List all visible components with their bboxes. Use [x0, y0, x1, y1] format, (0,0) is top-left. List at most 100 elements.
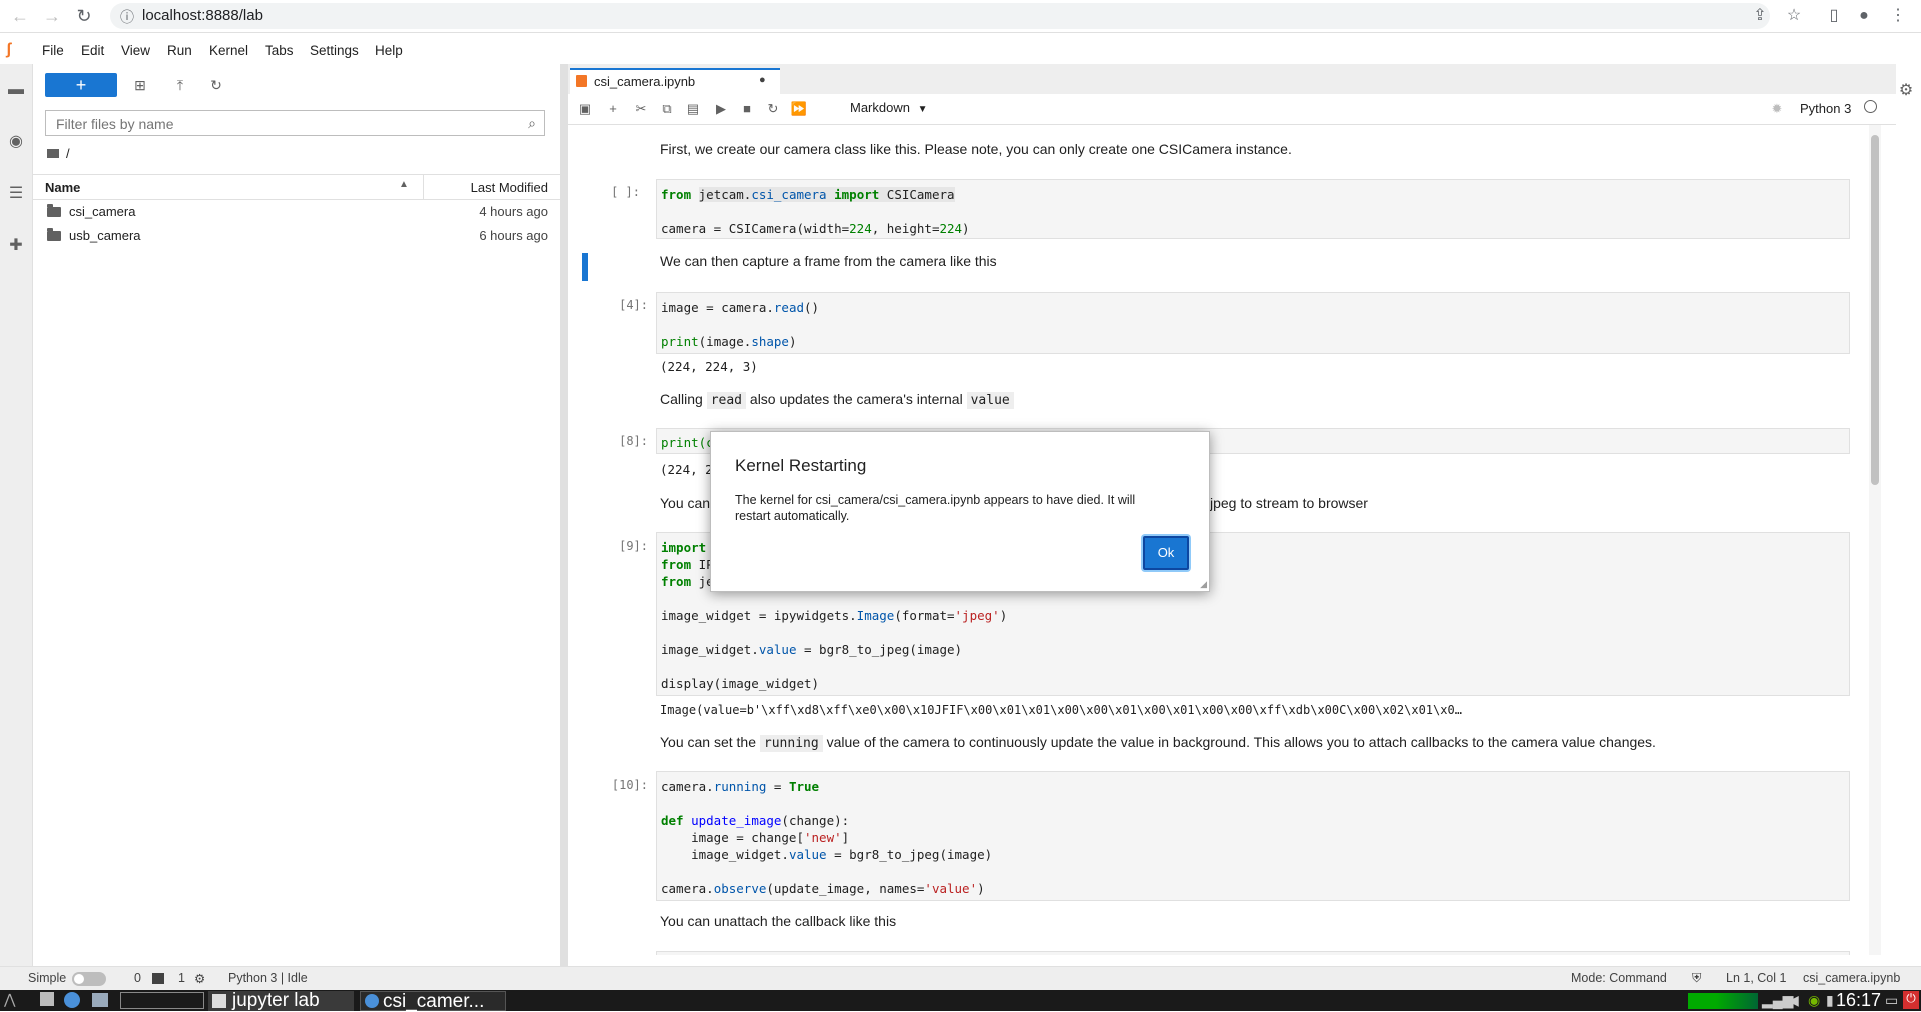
- kernel-name[interactable]: Python 3: [1800, 101, 1851, 116]
- terminal-count[interactable]: 0: [134, 971, 141, 985]
- tray-icon[interactable]: ▮: [1826, 992, 1834, 1009]
- unsaved-dot-icon[interactable]: ●: [759, 74, 766, 86]
- resize-handle-icon[interactable]: ◢: [1200, 579, 1207, 590]
- paste-icon[interactable]: ▤: [684, 100, 702, 118]
- shield-check-icon: ⛨: [1692, 971, 1702, 985]
- tab-csi-camera-notebook[interactable]: csi_camera.ipynb ●: [570, 68, 780, 94]
- md-text: value of the camera to continuously upda…: [826, 734, 1656, 750]
- folder-icon[interactable]: ▬: [6, 80, 26, 100]
- cell-type-select[interactable]: Markdown ▼: [850, 100, 928, 115]
- file-name: csi_camera: [69, 204, 136, 219]
- menu-view[interactable]: View: [121, 43, 150, 58]
- markdown-cell[interactable]: You can set the running value of the cam…: [660, 734, 1656, 752]
- file-modified: 4 hours ago: [479, 204, 548, 219]
- menu-edit[interactable]: Edit: [81, 43, 104, 58]
- md-text: You can set the: [660, 734, 757, 750]
- fast-forward-icon[interactable]: ⏩: [790, 100, 808, 118]
- kernel-status[interactable]: Python 3 | Idle: [228, 971, 308, 985]
- restart-icon[interactable]: ↻: [764, 100, 782, 118]
- terminal-app-icon: [212, 994, 226, 1008]
- markdown-cell[interactable]: You can: [660, 495, 710, 511]
- md-text: Calling: [660, 391, 703, 407]
- code-cell[interactable]: [656, 951, 1850, 955]
- folder-icon: [47, 204, 61, 217]
- scrollbar-thumb[interactable]: [1871, 135, 1879, 485]
- refresh-icon[interactable]: ↻: [205, 74, 227, 96]
- menu-file[interactable]: File: [42, 43, 64, 58]
- notebook-scrollbar[interactable]: [1869, 125, 1881, 955]
- simple-mode-toggle[interactable]: [72, 972, 106, 986]
- taskbar-jupyter-lab[interactable]: jupyter lab: [208, 991, 354, 1011]
- reload-icon[interactable]: ↻: [72, 4, 96, 28]
- user-icon[interactable]: ▭: [1885, 992, 1898, 1009]
- file-name: usb_camera: [69, 228, 141, 243]
- markdown-cell[interactable]: You can unattach the callback like this: [660, 913, 896, 929]
- kernel-restarting-dialog: Kernel Restarting The kernel for csi_cam…: [710, 431, 1210, 592]
- markdown-cell[interactable]: First, we create our camera class like t…: [660, 141, 1292, 157]
- cursor-position[interactable]: Ln 1, Col 1: [1726, 971, 1786, 985]
- panel-splitter[interactable]: [560, 64, 568, 974]
- kernel-count[interactable]: 1: [178, 971, 185, 985]
- markdown-cell[interactable]: Calling read also updates the camera's i…: [660, 391, 1014, 409]
- last-modified-column-header[interactable]: Last Modified: [471, 180, 548, 195]
- taskbar-browser[interactable]: csi_camer...: [360, 991, 506, 1012]
- menu-run[interactable]: Run: [167, 43, 192, 58]
- add-cell-icon[interactable]: +: [604, 100, 622, 118]
- kernel-gear-icon: ⚙: [194, 972, 206, 986]
- inline-code: running: [759, 735, 823, 752]
- code-cell[interactable]: from jetcam.csi_camera import CSICamera …: [656, 179, 1850, 239]
- md-text: also updates the camera's internal: [749, 391, 963, 407]
- tab-title: csi_camera.ipynb: [594, 74, 696, 89]
- menu-tabs[interactable]: Tabs: [265, 43, 294, 58]
- menu-settings[interactable]: Settings: [310, 43, 359, 58]
- menu-kernel[interactable]: Kernel: [209, 43, 248, 58]
- files-launcher-icon[interactable]: [92, 993, 108, 1007]
- run-icon[interactable]: ▶: [712, 100, 730, 118]
- code-cell[interactable]: camera.running = True def update_image(c…: [656, 771, 1850, 901]
- ok-button[interactable]: Ok: [1143, 536, 1189, 570]
- cut-icon[interactable]: ✂: [632, 100, 650, 118]
- file-list-item[interactable]: csi_camera 4 hours ago: [33, 200, 560, 224]
- share-icon[interactable]: ⇪: [1748, 4, 1772, 28]
- menu-help[interactable]: Help: [375, 43, 403, 58]
- cell-prompt: [4]:: [619, 298, 648, 312]
- stop-icon[interactable]: ■: [738, 100, 756, 118]
- upload-icon[interactable]: ⤒: [169, 74, 191, 96]
- extension-icon[interactable]: ✚: [6, 236, 26, 256]
- clock[interactable]: 16:17: [1836, 990, 1881, 1011]
- cell-type-value: Markdown: [850, 100, 910, 115]
- forward-icon[interactable]: →: [40, 4, 64, 28]
- debugger-icon[interactable]: ✹: [1768, 100, 1786, 118]
- new-launcher-button[interactable]: +: [45, 73, 117, 97]
- running-kernels-icon[interactable]: ◉: [6, 132, 26, 152]
- terminal-launcher-icon[interactable]: [40, 992, 54, 1006]
- cell-prompt: [10]:: [611, 778, 648, 792]
- volume-icon[interactable]: ◀: [1788, 992, 1799, 1009]
- sidepanel-icon[interactable]: ▯: [1822, 4, 1846, 28]
- file-list-item[interactable]: usb_camera 6 hours ago: [33, 224, 560, 248]
- cell-output: Image(value=b'\xff\xd8\xff\xe0\x00\x10JF…: [660, 703, 1462, 717]
- code-cell[interactable]: image = camera.read() print(image.shape): [656, 292, 1850, 354]
- filter-files-input[interactable]: Filter files by name ⌕: [45, 110, 545, 136]
- workspace-switcher[interactable]: [120, 992, 204, 1009]
- browser-launcher-icon[interactable]: [64, 992, 80, 1008]
- markdown-cell[interactable]: We can then capture a frame from the cam…: [660, 253, 997, 269]
- table-of-contents-icon[interactable]: ☰: [6, 184, 26, 204]
- power-icon[interactable]: ⏻: [1903, 991, 1919, 1009]
- address-bar[interactable]: ⓘ localhost:8888/lab: [110, 3, 1770, 29]
- new-folder-icon[interactable]: ⊞: [129, 74, 151, 96]
- home-folder-icon: [47, 149, 59, 158]
- info-icon: ⓘ: [120, 9, 134, 25]
- property-inspector-icon[interactable]: ⚙: [1895, 80, 1917, 102]
- folder-icon: [47, 228, 61, 241]
- name-column-header[interactable]: Name: [45, 180, 80, 195]
- save-icon[interactable]: ▣: [576, 100, 594, 118]
- start-menu-icon[interactable]: ⋀: [4, 991, 15, 1008]
- menu-icon[interactable]: ⋮: [1886, 4, 1910, 28]
- nvidia-icon[interactable]: ◉: [1808, 992, 1820, 1009]
- copy-icon[interactable]: ⧉: [658, 100, 676, 118]
- bookmark-star-icon[interactable]: ☆: [1782, 4, 1806, 28]
- profile-icon[interactable]: ●: [1852, 4, 1876, 28]
- notebook-icon: [576, 75, 587, 87]
- back-icon[interactable]: ←: [8, 4, 32, 28]
